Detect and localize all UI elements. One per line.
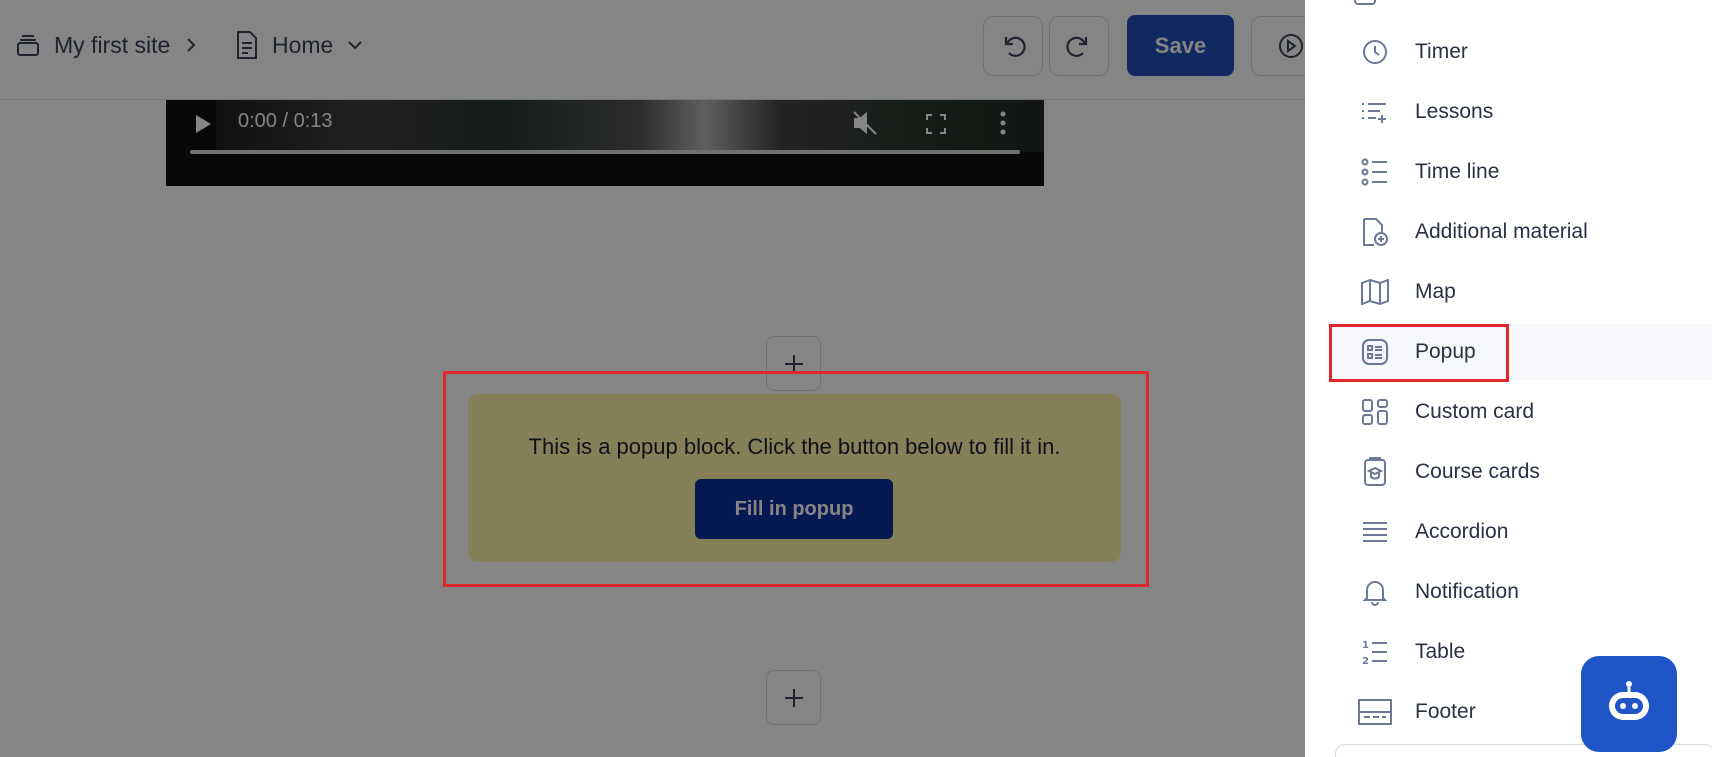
sidebar-item-label: Course cards — [1415, 460, 1540, 483]
sidebar-item-notification[interactable]: Notification — [1329, 564, 1712, 620]
sidebar-item-label: Timer — [1415, 40, 1468, 63]
sidebar-item-custom-card[interactable]: Custom card — [1329, 384, 1712, 440]
editor-canvas: My first site Home Save 0:00 / 0:13 This… — [0, 0, 1305, 757]
sidebar-item-label: Additional material — [1415, 220, 1588, 243]
sidebar-item-timer[interactable]: Timer — [1329, 24, 1712, 80]
timeline-icon — [1355, 158, 1395, 186]
partial-icon — [1354, 0, 1376, 5]
sidebar-item-label: Footer — [1415, 700, 1476, 723]
sidebar-item-lessons[interactable]: Lessons — [1329, 84, 1712, 140]
footer-icon — [1355, 699, 1395, 725]
assistant-bot-button[interactable] — [1581, 656, 1677, 752]
svg-text:1: 1 — [1362, 640, 1369, 651]
bell-icon — [1355, 578, 1395, 606]
sidebar-item-label: Table — [1415, 640, 1466, 663]
course-cards-icon — [1355, 457, 1395, 487]
sidebar-item-label: Lessons — [1415, 100, 1494, 123]
sidebar-item-time-line[interactable]: Time line — [1329, 144, 1712, 200]
lessons-icon — [1355, 100, 1395, 124]
highlight-box-popup-item — [1329, 324, 1509, 382]
file-plus-icon — [1355, 217, 1395, 247]
grid-icon — [1355, 398, 1395, 426]
sidebar-item-label: Notification — [1415, 580, 1519, 603]
svg-text:2: 2 — [1362, 656, 1369, 666]
sidebar-item-map[interactable]: Map — [1329, 264, 1712, 320]
sidebar-item-label: Time line — [1415, 160, 1500, 183]
sidebar-item-additional-material[interactable]: Additional material — [1329, 204, 1712, 260]
map-icon — [1355, 279, 1395, 305]
sidebar-item-label: Custom card — [1415, 400, 1535, 423]
accordion-icon — [1355, 521, 1395, 543]
highlight-box-popup-block — [443, 371, 1149, 587]
sidebar-item-accordion[interactable]: Accordion — [1329, 504, 1712, 560]
clock-icon — [1355, 38, 1395, 66]
robot-icon — [1609, 681, 1649, 720]
numbered-list-icon: 12 — [1355, 638, 1395, 666]
sidebar-item-course-cards[interactable]: Course cards — [1329, 444, 1712, 500]
sidebar-item-label: Accordion — [1415, 520, 1509, 543]
sidebar-item-label: Map — [1415, 280, 1456, 303]
blocks-panel: Timer Lessons Time line Additional mater… — [1305, 0, 1712, 757]
